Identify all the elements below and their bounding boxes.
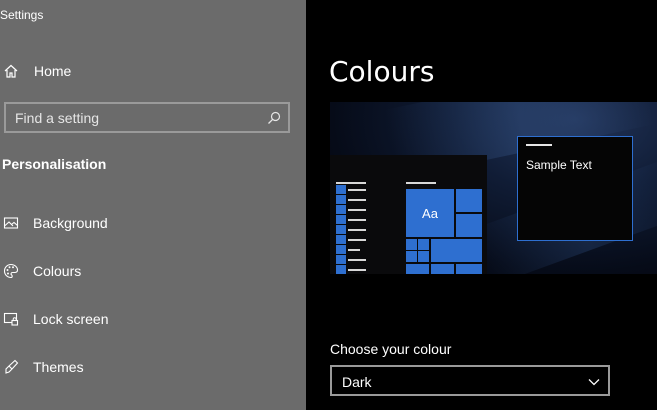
window-title: Settings <box>0 8 44 22</box>
lock-screen-icon <box>2 310 20 328</box>
tile <box>417 238 430 251</box>
tile <box>417 250 430 263</box>
search-field[interactable] <box>4 102 290 133</box>
sidebar-item-colours[interactable]: Colours <box>0 251 306 291</box>
palette-icon <box>2 262 20 280</box>
sample-window-titlebar <box>526 144 552 146</box>
start-tiles: Aa <box>405 189 482 274</box>
choose-colour-dropdown[interactable]: Dark <box>330 365 610 396</box>
image-icon <box>2 214 20 232</box>
sample-window-preview: Sample Text <box>517 136 633 241</box>
home-icon <box>2 62 20 80</box>
tile-aa: Aa <box>406 189 454 237</box>
search-icon[interactable] <box>267 111 281 125</box>
search-input[interactable] <box>6 104 288 131</box>
sidebar-item-background[interactable]: Background <box>0 203 306 243</box>
sidebar-item-themes[interactable]: Themes <box>0 347 306 387</box>
sidebar: Settings Home Personalisation Background… <box>0 0 306 410</box>
tile <box>431 264 454 274</box>
sidebar-item-label: Home <box>34 63 72 79</box>
tile <box>406 264 429 274</box>
page-title: Colours <box>329 55 435 88</box>
sidebar-item-label: Themes <box>33 359 84 375</box>
colour-preview: Aa Sample Text <box>330 102 657 274</box>
sidebar-item-label: Colours <box>33 263 82 279</box>
tile-group-header <box>406 182 436 184</box>
chevron-down-icon <box>588 375 600 387</box>
tile <box>456 214 482 237</box>
section-heading: Personalisation <box>2 156 107 172</box>
tile <box>431 239 482 262</box>
dropdown-value: Dark <box>342 374 372 390</box>
sidebar-item-label: Background <box>33 215 108 231</box>
choose-colour-label: Choose your colour <box>330 341 452 357</box>
sidebar-item-lock-screen[interactable]: Lock screen <box>0 299 306 339</box>
themes-icon <box>2 358 20 376</box>
start-menu-preview: Aa <box>330 155 487 274</box>
sidebar-item-home[interactable]: Home <box>0 51 306 91</box>
main-content: Colours Aa Sample Text Choose your colou… <box>306 0 657 410</box>
sample-text: Sample Text <box>526 158 592 172</box>
tile <box>456 264 482 274</box>
sidebar-item-label: Lock screen <box>33 311 109 327</box>
tile <box>405 250 418 263</box>
tile <box>456 189 482 212</box>
tile <box>405 238 418 251</box>
start-menu-app-strip <box>336 185 346 274</box>
